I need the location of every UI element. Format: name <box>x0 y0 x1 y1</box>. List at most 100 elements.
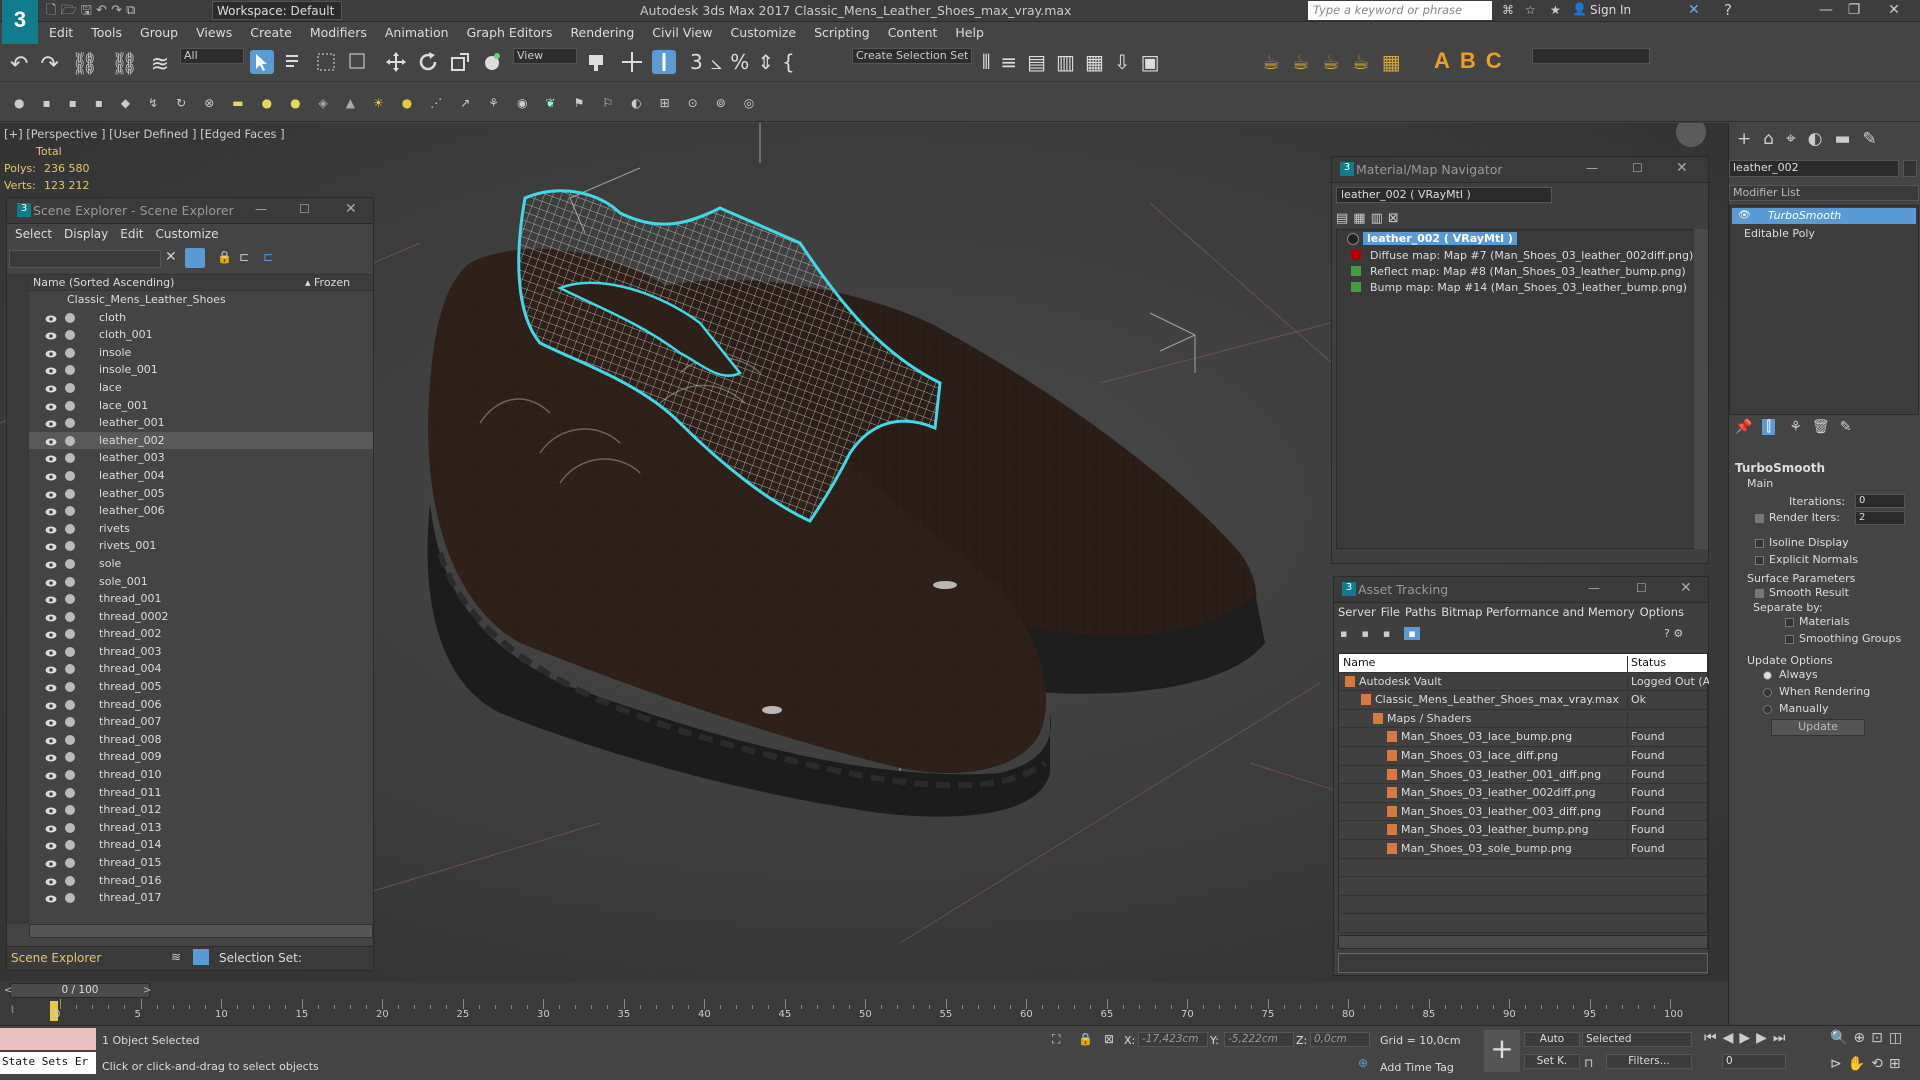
star-icon[interactable]: ☆ <box>1525 3 1536 17</box>
se-object-row[interactable]: leather_001 <box>29 414 373 432</box>
eye-icon[interactable] <box>45 699 57 710</box>
eye-icon[interactable] <box>45 364 57 375</box>
next-frame-icon[interactable]: > <box>143 985 151 996</box>
menu-civil-view[interactable]: Civil View <box>643 22 721 43</box>
eye-icon[interactable] <box>45 716 57 727</box>
app-logo[interactable]: 3 <box>2 0 38 46</box>
mn-map-bump[interactable]: Bump map: Map #14 (Man_Shoes_03_leather_… <box>1370 281 1687 294</box>
add-time-tag-button[interactable]: Add Time Tag <box>1380 1061 1454 1074</box>
se-object-row[interactable]: thread_003 <box>29 643 373 661</box>
mn-map-reflect[interactable]: Reflect map: Map #8 (Man_Shoes_03_leathe… <box>1370 265 1686 278</box>
eye-icon[interactable] <box>45 663 57 674</box>
se-menu-display[interactable]: Display <box>64 227 108 241</box>
maxscript-listener[interactable] <box>0 1028 96 1050</box>
reference-coord-dropdown[interactable]: View <box>513 48 577 64</box>
se-object-row[interactable]: sole_001 <box>29 573 373 591</box>
menu-rendering[interactable]: Rendering <box>561 22 643 43</box>
eye-icon[interactable] <box>45 628 57 639</box>
mn-title[interactable]: Material/Map Navigator <box>1332 157 1708 183</box>
isoline-checkbox[interactable] <box>1755 539 1764 548</box>
eye-icon[interactable]: 👁 <box>1738 210 1751 221</box>
at-menu-bitmap[interactable]: Bitmap Performance and Memory <box>1441 605 1634 619</box>
menu-views[interactable]: Views <box>187 22 241 43</box>
eye-icon[interactable] <box>45 400 57 411</box>
se-object-row[interactable]: thread_004 <box>29 660 373 678</box>
at-row[interactable]: Man_Shoes_03_sole_bump.png Found <box>1339 840 1707 859</box>
at-row[interactable]: Man_Shoes_03_leather_002diff.png Found <box>1339 784 1707 803</box>
layers-icon[interactable]: ≋ <box>171 950 181 964</box>
menu-modifiers[interactable]: Modifiers <box>301 22 376 43</box>
at-help-icon[interactable]: ? ⚙ <box>1664 627 1683 640</box>
undo-redo-link-icons[interactable]: ↶↷⛓⛓≋ <box>10 52 181 77</box>
at-row[interactable]: Man_Shoes_03_lace_diff.png Found <box>1339 747 1707 766</box>
eye-icon[interactable] <box>45 646 57 657</box>
selection-set-icon[interactable] <box>193 949 209 965</box>
se-object-row[interactable]: lace_001 <box>29 397 373 415</box>
clear-search-icon[interactable]: ✕ <box>165 249 177 265</box>
root-node[interactable]: Classic_Mens_Leather_Shoes <box>29 291 373 309</box>
se-object-row[interactable]: thread_011 <box>29 784 373 802</box>
se-object-row[interactable]: sole <box>29 555 373 573</box>
mn-root-material[interactable]: leather_002 ( VRayMtl ) <box>1363 232 1517 245</box>
rect-selection-icon[interactable] <box>314 50 338 74</box>
quick-access-toolbar[interactable]: 🗋 🗁 🖫 ↶ ↷ ⧉ <box>46 1 135 23</box>
eye-icon[interactable] <box>45 892 57 903</box>
se-object-row[interactable]: thread_009 <box>29 748 373 766</box>
eye-icon[interactable] <box>45 769 57 780</box>
at-row[interactable]: Classic_Mens_Leather_Shoes_max_vray.max O… <box>1339 691 1707 710</box>
at-row[interactable]: Man_Shoes_03_leather_003_diff.png Found <box>1339 803 1707 822</box>
at-row[interactable]: Man_Shoes_03_leather_bump.png Found <box>1339 821 1707 840</box>
at-menu-server[interactable]: Server <box>1338 605 1376 619</box>
close-icon[interactable]: ✕ <box>1676 160 1688 176</box>
se-object-row[interactable]: cloth <box>29 309 373 327</box>
filters-button[interactable]: Filters... <box>1606 1054 1692 1069</box>
select-manipulate-icon[interactable] <box>620 50 644 74</box>
mirror-align-icons[interactable]: ⫴≡▤▥▦⇩▣ <box>982 50 1170 74</box>
eye-icon[interactable] <box>45 505 57 516</box>
selection-set-dropdown[interactable]: Create Selection Set <box>852 48 972 64</box>
viewport-nav-icons-2[interactable]: ⊳✋⟲⊞ <box>1830 1056 1907 1072</box>
rollout-title[interactable]: TurboSmooth <box>1735 461 1825 475</box>
eye-icon[interactable] <box>45 839 57 850</box>
at-row[interactable]: Man_Shoes_03_leather_001_diff.png Found <box>1339 766 1707 785</box>
menu-content[interactable]: Content <box>879 22 947 43</box>
at-row[interactable]: Man_Shoes_03_lace_bump.png Found <box>1339 728 1707 747</box>
eye-icon[interactable] <box>45 681 57 692</box>
at-menu-options[interactable]: Options <box>1640 605 1684 619</box>
eye-icon[interactable] <box>45 382 57 393</box>
viewport-nav-icons[interactable]: 🔍⊕⊡◫ <box>1830 1030 1908 1046</box>
se-object-row[interactable]: rivets_001 <box>29 537 373 555</box>
minimize-button[interactable]: — <box>1812 2 1840 18</box>
sign-in-button[interactable]: Sign In <box>1590 3 1631 17</box>
se-object-row[interactable]: leather_003 <box>29 449 373 467</box>
timeline[interactable]: 0 / 100 < > ⌇ 0 5 10 15 20 25 30 35 40 45 50 55 60 65… <box>0 981 1728 1025</box>
se-object-row[interactable]: insole_001 <box>29 361 373 379</box>
render-teapot-icons[interactable]: ☕☕☕☕▦ <box>1262 50 1413 74</box>
se-column-header[interactable]: Name (Sorted Ascending) ▴ Frozen <box>29 274 373 291</box>
at-row[interactable]: Maps / Shaders <box>1339 710 1707 729</box>
at-horizontal-scrollbar[interactable] <box>1338 935 1708 949</box>
se-object-row[interactable]: thread_008 <box>29 731 373 749</box>
modifier-list-dropdown[interactable]: Modifier List <box>1729 185 1919 201</box>
always-radio[interactable] <box>1763 671 1772 680</box>
eye-icon[interactable] <box>45 734 57 745</box>
se-side-toolbar[interactable] <box>7 274 29 924</box>
stack-editable-poly[interactable]: Editable Poly <box>1732 226 1916 242</box>
command-panel-tabs[interactable]: +⌂⌖◐▬✎ <box>1737 129 1889 149</box>
selection-filter-dropdown[interactable]: All <box>180 48 244 64</box>
smooth-result-checkbox[interactable] <box>1755 589 1764 598</box>
se-object-row[interactable]: thread_012 <box>29 801 373 819</box>
se-object-row[interactable]: thread_017 <box>29 889 373 907</box>
se-object-row[interactable]: thread_014 <box>29 836 373 854</box>
close-icon[interactable]: ✕ <box>345 201 357 217</box>
select-by-name-icon[interactable] <box>282 50 306 74</box>
move-icon[interactable] <box>384 50 408 74</box>
se-object-row[interactable]: thread_001 <box>29 590 373 608</box>
at-path-field[interactable] <box>1338 953 1708 973</box>
se-object-row[interactable]: thread_002 <box>29 625 373 643</box>
eye-icon[interactable] <box>45 593 57 604</box>
z-coord-field[interactable]: 0,0cm <box>1310 1032 1370 1047</box>
at-menu-file[interactable]: File <box>1381 605 1400 619</box>
se-object-row[interactable]: thread_010 <box>29 766 373 784</box>
object-name-field[interactable]: leather_002 <box>1729 160 1899 177</box>
